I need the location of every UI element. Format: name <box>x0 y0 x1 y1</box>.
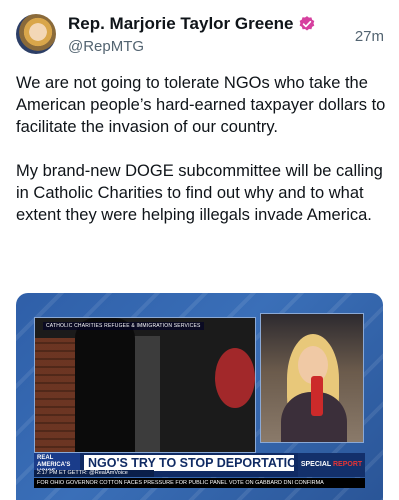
special-suffix: REPORT <box>333 461 363 468</box>
tweet-paragraph: My brand-new DOGE subcommittee will be c… <box>16 162 383 224</box>
person-silhouette <box>75 318 135 452</box>
live-time: 2:17 PM ET <box>37 470 66 476</box>
tweet-paragraph: We are not going to tolerate NGOs who ta… <box>16 74 386 136</box>
chyron-headline: NGO'S TRY TO STOP DEPORTATIONS <box>84 455 294 471</box>
right-video-pane <box>260 313 364 443</box>
chyron-social: 2:17 PM ET GETTR: @RealAmVoice <box>34 470 154 477</box>
author-handle[interactable]: @RepMTG <box>68 38 144 55</box>
author-row: Rep. Marjorie Taylor Greene <box>68 14 316 34</box>
special-label: SPECIAL <box>300 461 332 468</box>
timestamp[interactable]: 27m <box>355 28 384 45</box>
special-report-badge: SPECIAL REPORT <box>298 453 365 477</box>
red-object <box>215 348 255 408</box>
news-chyron: REAL AMERICA'S VOICE NGO'S TRY TO STOP D… <box>34 453 365 477</box>
tweet-body: We are not going to tolerate NGOs who ta… <box>16 72 386 248</box>
verified-badge-icon <box>300 16 315 31</box>
left-video-label: CATHOLIC CHARITIES REFUGEE & IMMIGRATION… <box>43 322 204 330</box>
microphone-icon <box>311 376 323 416</box>
author-name[interactable]: Rep. Marjorie Taylor Greene <box>68 14 293 34</box>
avatar[interactable] <box>16 14 56 54</box>
video-thumbnail[interactable]: CATHOLIC CHARITIES REFUGEE & IMMIGRATION… <box>16 293 383 500</box>
social-handle: GETTR: @RealAmVoice <box>67 470 128 476</box>
left-video-pane: CATHOLIC CHARITIES REFUGEE & IMMIGRATION… <box>34 317 256 453</box>
news-ticker: FOR OHIO GOVERNOR COTTON FACES PRESSURE … <box>34 478 365 488</box>
tweet-header: Rep. Marjorie Taylor Greene @RepMTG 27m <box>16 12 384 60</box>
